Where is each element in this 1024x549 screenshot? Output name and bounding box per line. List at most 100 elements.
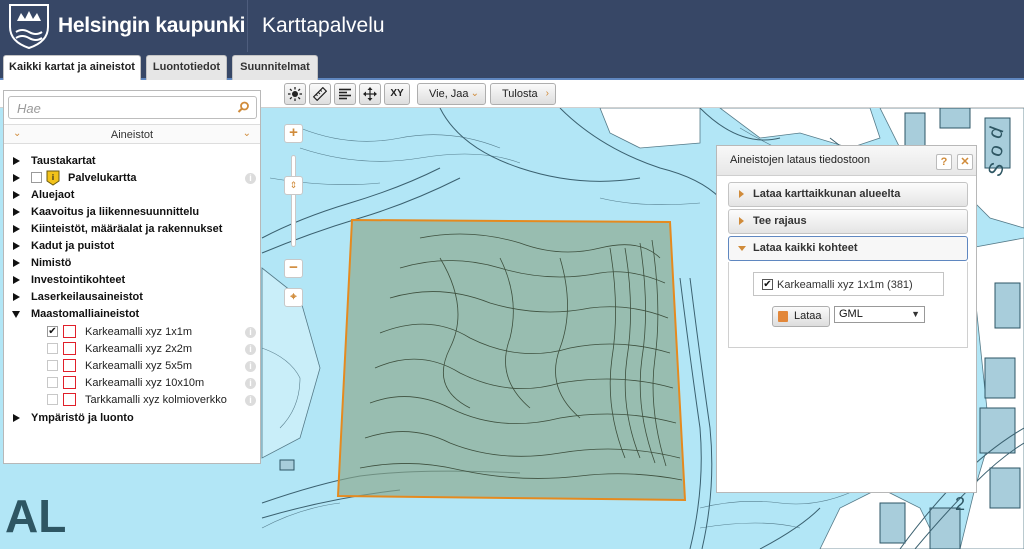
dialog-titlebar[interactable]: Aineistojen lataus tiedostoon ? ✕ — [717, 146, 976, 176]
header-divider — [247, 0, 248, 52]
tree-item-label: Taustakartat — [31, 155, 96, 167]
expand-arrow-icon[interactable] — [13, 157, 20, 165]
layer-style-swatch — [63, 393, 76, 406]
move-icon[interactable] — [359, 83, 381, 105]
info-icon[interactable]: i — [245, 327, 256, 338]
zoom-out-button[interactable]: − — [284, 259, 303, 278]
layer-checkbox[interactable] — [47, 343, 58, 354]
sublayer-label: Karkeamalli xyz 5x5m — [85, 360, 192, 372]
section-label: Lataa karttaikkunan alueelta — [753, 188, 901, 200]
layer-checkbox-checked[interactable]: ✔ — [47, 326, 58, 337]
download-item-label: Karkeamalli xyz 1x1m (381) — [777, 279, 913, 291]
xy-icon[interactable]: XY — [384, 83, 410, 105]
info-icon[interactable]: i — [245, 395, 256, 406]
download-item-checkbox[interactable]: ✔ — [762, 279, 773, 290]
expand-arrow-icon[interactable] — [13, 276, 20, 284]
expand-arrow-icon[interactable] — [13, 293, 20, 301]
lines-icon[interactable] — [334, 83, 356, 105]
search-placeholder: Hae — [17, 101, 41, 116]
download-button-label: Lataa — [794, 310, 822, 322]
sublayer-label: Karkeamalli xyz 1x1m — [85, 326, 192, 338]
expand-arrow-icon[interactable] — [13, 191, 20, 199]
tree-item-kiinteistot[interactable]: Kiinteistöt, määräalat ja rakennukset — [4, 221, 260, 238]
tree-item-laserkeilaus[interactable]: Laserkeilausaineistot — [4, 289, 260, 306]
ruler-icon[interactable] — [309, 83, 331, 105]
sublayer-row[interactable]: Karkeamalli xyz 5x5m i — [4, 358, 260, 375]
download-item[interactable]: ✔ Karkeamalli xyz 1x1m (381) — [753, 272, 944, 296]
layer-style-swatch — [63, 325, 76, 338]
tree-item-kadut[interactable]: Kadut ja puistot — [4, 238, 260, 255]
tree-item-kaavoitus[interactable]: Kaavoitus ja liikennesuunnittelu — [4, 204, 260, 221]
brand-name[interactable]: Helsingin kaupunki — [58, 14, 245, 38]
tree-item-label: Palvelukartta — [68, 172, 137, 184]
datasets-title: Aineistot — [110, 129, 154, 141]
layer-checkbox[interactable] — [47, 377, 58, 388]
layers-panel: Hae ⌄ Aineistot ⌄ Taustakartat i Palvelu… — [3, 90, 261, 464]
tree-item-label: Laserkeilausaineistot — [31, 291, 143, 303]
tab-plans[interactable]: Suunnitelmat — [232, 55, 318, 80]
chevron-down-icon: ⌄ — [242, 128, 251, 139]
collapse-arrow-icon[interactable] — [12, 311, 20, 318]
download-dialog: Aineistojen lataus tiedostoon ? ✕ Lataa … — [716, 145, 977, 493]
expand-arrow-icon[interactable] — [13, 414, 20, 422]
tab-all-maps[interactable]: Kaikki kartat ja aineistot — [3, 55, 141, 80]
expand-arrow-icon[interactable] — [13, 259, 20, 267]
info-icon[interactable]: i — [245, 173, 256, 184]
tree-item-label: Kiinteistöt, määräalat ja rakennukset — [31, 223, 223, 235]
search-input[interactable]: Hae — [8, 96, 257, 119]
datasets-header[interactable]: ⌄ Aineistot ⌄ — [4, 124, 260, 144]
section-draw-boundary[interactable]: Tee rajaus — [728, 209, 968, 234]
layer-checkbox[interactable] — [47, 360, 58, 371]
tree-item-taustakartat[interactable]: Taustakartat — [4, 153, 260, 170]
tree-item-maastomalli[interactable]: Maastomalliaineistot — [4, 306, 260, 323]
tree-item-palvelukartta[interactable]: i Palvelukartta i — [4, 170, 260, 187]
tree-item-nimisto[interactable]: Nimistö — [4, 255, 260, 272]
tree-item-ymparisto[interactable]: Ympäristö ja luonto — [4, 410, 260, 427]
info-icon[interactable]: i — [245, 361, 256, 372]
expand-arrow-icon[interactable] — [13, 208, 20, 216]
layer-style-swatch — [63, 342, 76, 355]
close-icon[interactable]: ✕ — [957, 154, 973, 170]
format-select[interactable]: GML ▼ — [834, 306, 925, 323]
section-label: Lataa kaikki kohteet — [753, 242, 858, 254]
sublayer-label: Karkeamalli xyz 10x10m — [85, 377, 205, 389]
zoom-in-button[interactable]: + — [284, 124, 303, 143]
layer-style-swatch — [63, 359, 76, 372]
help-button[interactable]: ? — [936, 154, 952, 170]
app-header: Helsingin kaupunki Karttapalvelu — [0, 0, 1024, 52]
zoom-slider[interactable] — [291, 155, 296, 247]
layer-checkbox[interactable] — [31, 172, 42, 183]
print-button[interactable]: Tulosta › — [490, 83, 556, 105]
chevron-right-icon — [739, 190, 744, 198]
sublayer-row[interactable]: ✔ Karkeamalli xyz 1x1m i — [4, 324, 260, 341]
xy-label: XY — [390, 88, 404, 99]
section-label: Tee rajaus — [753, 215, 807, 227]
section-map-extent[interactable]: Lataa karttaikkunan alueelta — [728, 182, 968, 207]
sun-icon[interactable] — [284, 83, 306, 105]
zoom-slider-handle[interactable]: ⇕ — [284, 176, 303, 195]
tab-nature-data[interactable]: Luontotiedot — [146, 55, 227, 80]
tree-item-label: Kadut ja puistot — [31, 240, 115, 252]
helsinki-crest-logo[interactable] — [8, 3, 50, 49]
tree-item-aluejaot[interactable]: Aluejaot — [4, 187, 260, 204]
service-title: Karttapalvelu — [262, 14, 385, 37]
tree-item-label: Ympäristö ja luonto — [31, 412, 134, 424]
locate-icon[interactable]: ⌖ — [284, 288, 303, 307]
sublayer-row[interactable]: Karkeamalli xyz 10x10m i — [4, 375, 260, 392]
tree-item-label: Aluejaot — [31, 189, 75, 201]
format-value: GML — [839, 308, 863, 320]
layer-checkbox[interactable] — [47, 394, 58, 405]
search-icon[interactable] — [237, 101, 250, 114]
download-button[interactable]: Lataa — [772, 306, 830, 327]
expand-arrow-icon[interactable] — [13, 242, 20, 250]
info-icon[interactable]: i — [245, 344, 256, 355]
share-button[interactable]: Vie, Jaa ⌄ — [417, 83, 486, 105]
sublayer-row[interactable]: Tarkkamalli xyz kolmioverkko i — [4, 392, 260, 409]
info-icon[interactable]: i — [245, 378, 256, 389]
sublayer-row[interactable]: Karkeamalli xyz 2x2m i — [4, 341, 260, 358]
expand-arrow-icon[interactable] — [13, 174, 20, 182]
expand-arrow-icon[interactable] — [13, 225, 20, 233]
section-download-all[interactable]: Lataa kaikki kohteet — [728, 236, 968, 261]
svg-text:i: i — [52, 173, 54, 182]
tree-item-investointikohteet[interactable]: Investointikohteet — [4, 272, 260, 289]
